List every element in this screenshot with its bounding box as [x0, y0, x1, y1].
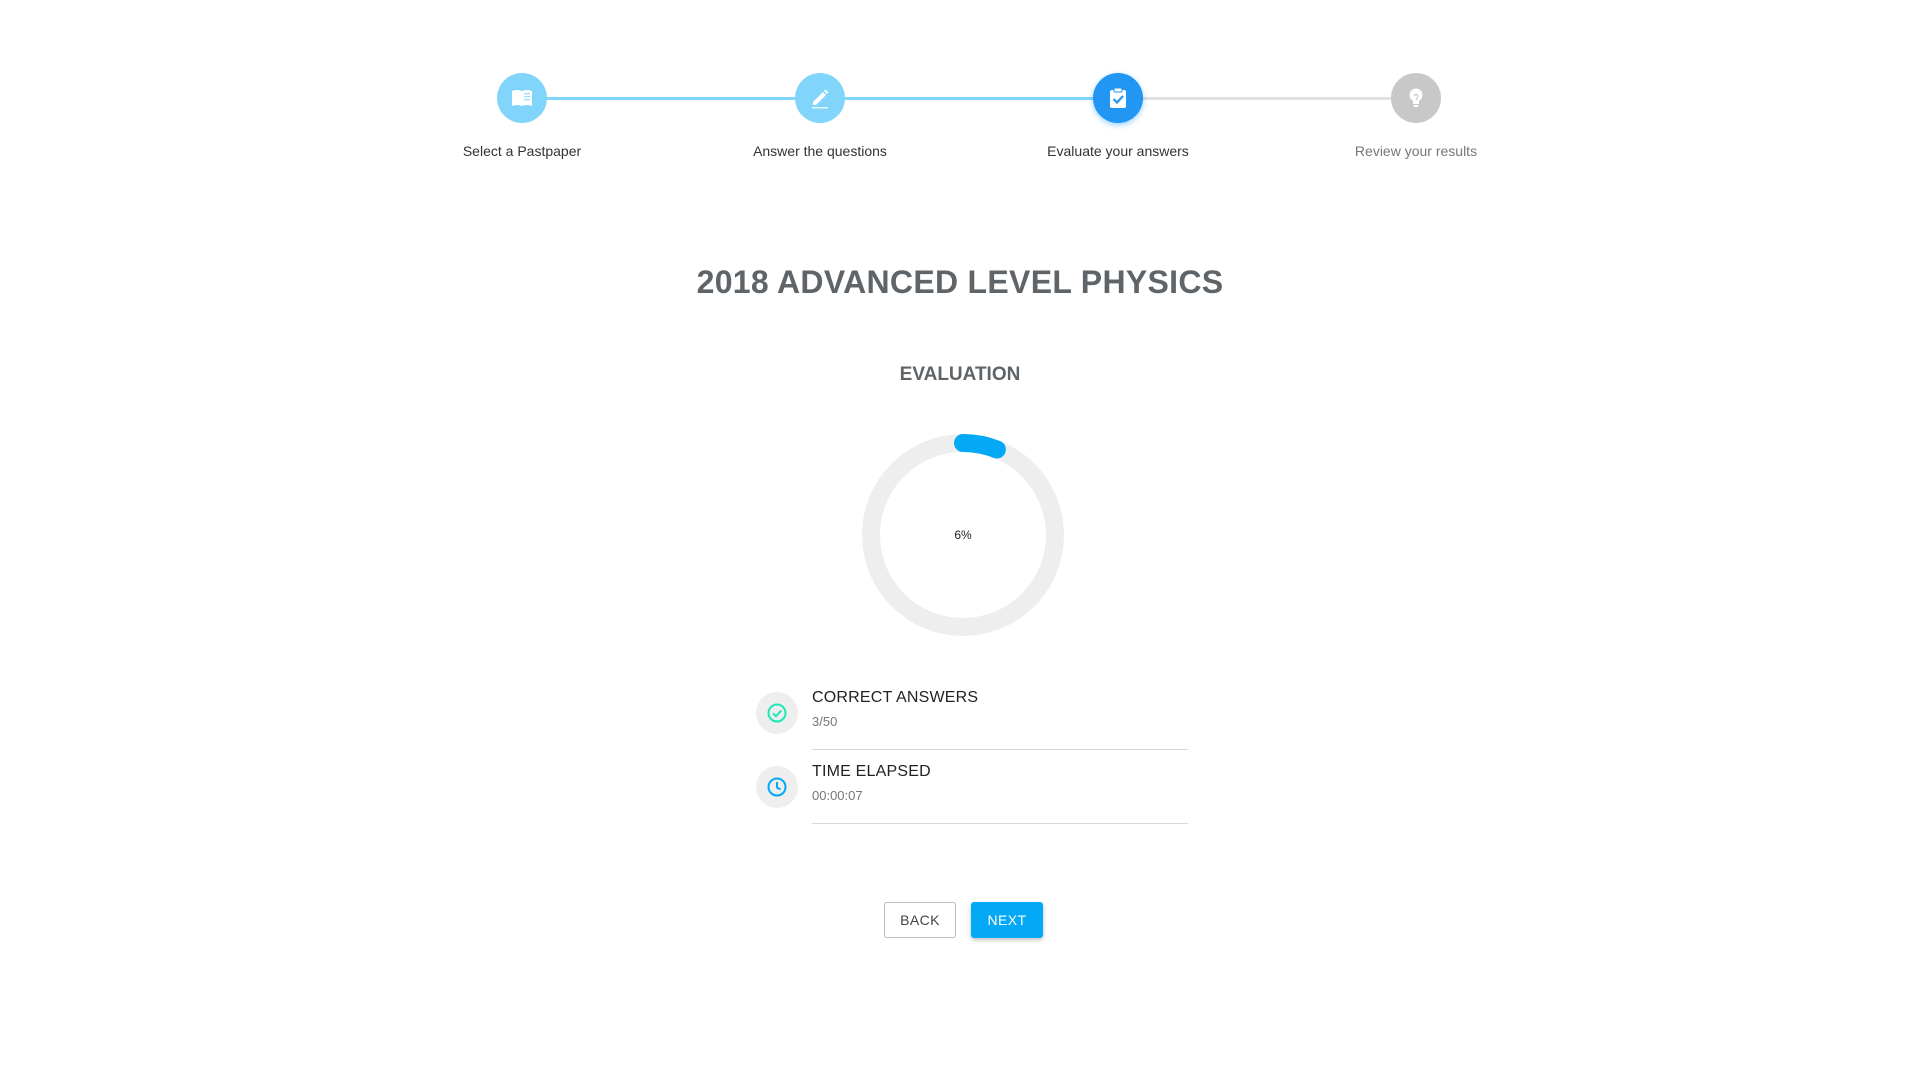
section-title: EVALUATION [899, 364, 1021, 385]
stat-value: 3/50 [812, 714, 838, 729]
book-icon [497, 73, 547, 123]
pencil-icon [795, 73, 845, 123]
stat-title: TIME ELAPSED [812, 763, 931, 780]
progress-percent-text: 6% [954, 528, 972, 542]
step-select-pastpaper[interactable]: Select a Pastpaper [372, 73, 672, 159]
stat-title: CORRECT ANSWERS [812, 689, 979, 706]
check-circle-icon [756, 692, 798, 734]
next-button[interactable]: NEXT [971, 902, 1043, 938]
progress-stepper: Select a Pastpaper Answer the questions … [0, 73, 1920, 173]
step-label: Select a Pastpaper [462, 143, 582, 159]
step-label: Evaluate your answers [1047, 143, 1189, 159]
divider [812, 749, 1188, 750]
step-label: Answer the questions [753, 143, 887, 159]
progress-percent-label: 6% [860, 432, 1066, 638]
step-label: Review your results [1354, 143, 1478, 159]
list-item-correct-answers: CORRECT ANSWERS 3/50 [756, 689, 1188, 763]
lightbulb-icon [1391, 73, 1441, 123]
page-title: 2018 ADVANCED LEVEL PHYSICS [696, 264, 1224, 300]
clipboard-check-icon [1093, 73, 1143, 123]
step-evaluate-answers[interactable]: Evaluate your answers [968, 73, 1268, 159]
step-answer-questions[interactable]: Answer the questions [670, 73, 970, 159]
back-button[interactable]: BACK [884, 902, 956, 938]
step-review-results[interactable]: Review your results [1266, 73, 1566, 159]
list-item-time-elapsed: TIME ELAPSED 00:00:07 [756, 763, 1188, 837]
evaluation-stats-list: CORRECT ANSWERS 3/50 TIME ELAPSED 00:00:… [756, 689, 1188, 837]
stat-value: 00:00:07 [812, 788, 863, 803]
clock-icon [756, 766, 798, 808]
divider [812, 823, 1188, 824]
